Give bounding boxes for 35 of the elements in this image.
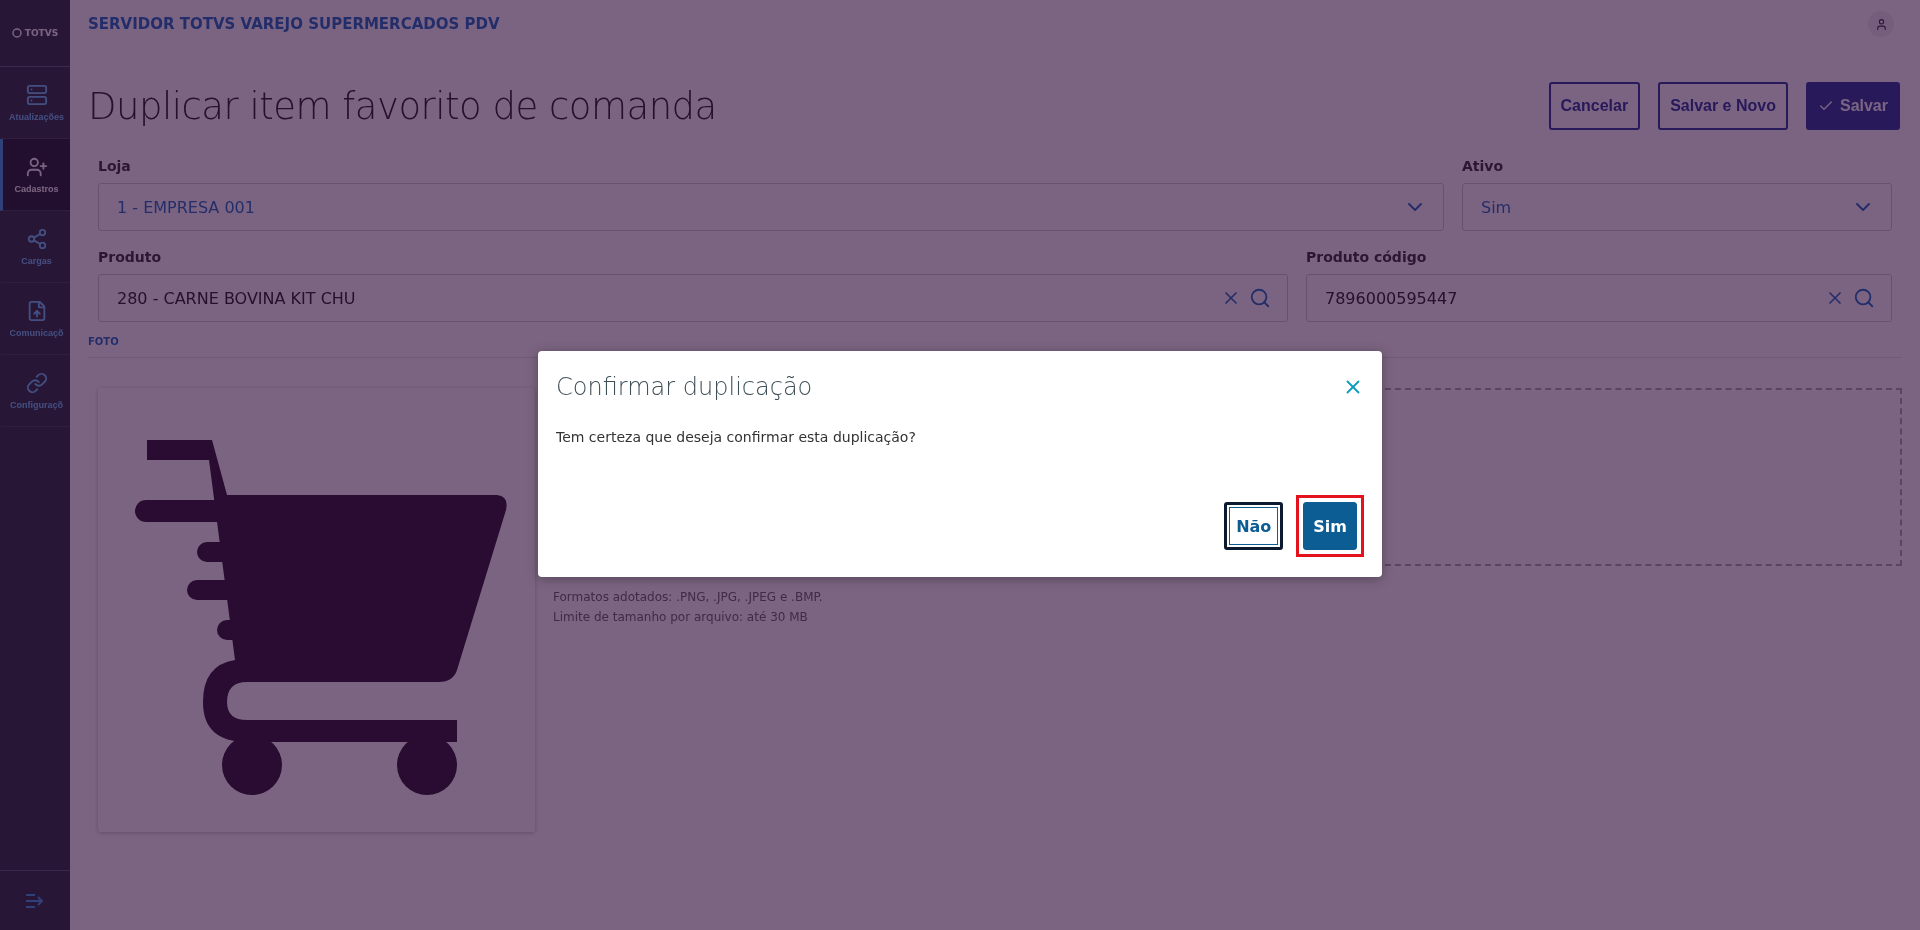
action-button[interactable]: Cancelar: [1548, 82, 1641, 130]
dialog-button[interactable]: Não: [1224, 502, 1284, 550]
search-icon[interactable]: [1853, 287, 1875, 309]
expand-menu-icon[interactable]: [25, 893, 45, 908]
action-button[interactable]: Salvar: [1805, 82, 1900, 130]
shopping-cart-icon: [134, 440, 507, 795]
dialog-message: Tem certeza que deseja confirmar esta duplicação?: [556, 429, 917, 445]
section-label: FOTO: [88, 336, 120, 347]
upload-note: Formatos adotados: .PNG, .JPG, .JPEG e .BMP.: [553, 590, 824, 604]
server-icon: [25, 83, 48, 106]
select-field[interactable]: 1 - EMPRESA 001: [98, 183, 1444, 231]
server-title: SERVIDOR TOTVS VAREJO SUPERMERCADOS PDV: [88, 15, 500, 33]
link-icon: [25, 371, 48, 394]
logo-icon: [11, 28, 22, 38]
sidebar-item[interactable]: Cadastros: [0, 139, 70, 211]
dialog-title: Confirmar duplicação: [556, 373, 813, 401]
share-icon: [25, 227, 48, 250]
field-label: Produto: [98, 249, 163, 265]
sidebar-item[interactable]: Configuraçõ: [0, 355, 70, 427]
sidebar-item[interactable]: Cargas: [0, 211, 70, 283]
field-label: Ativo: [1462, 158, 1505, 174]
dialog-button[interactable]: Sim: [1303, 502, 1357, 550]
input-field[interactable]: 280 - CARNE BOVINA KIT CHU: [98, 274, 1288, 322]
user-add-icon: [25, 155, 48, 178]
action-button[interactable]: Salvar e Novo: [1658, 82, 1788, 130]
logo-text: TOTVS: [24, 28, 59, 38]
input-field[interactable]: 7896000595447: [1306, 274, 1892, 322]
select-field[interactable]: Sim: [1462, 183, 1892, 231]
search-icon[interactable]: [1249, 287, 1271, 309]
field-label: Produto código: [1306, 249, 1428, 265]
field-label: Loja: [98, 158, 132, 174]
user-avatar[interactable]: [1868, 11, 1894, 37]
upload-note: Limite de tamanho por arquivo: até 30 MB: [553, 610, 809, 624]
sidebar-item[interactable]: Comunicaçõ: [0, 283, 70, 355]
page-title: Duplicar item favorito de comanda: [88, 84, 717, 128]
